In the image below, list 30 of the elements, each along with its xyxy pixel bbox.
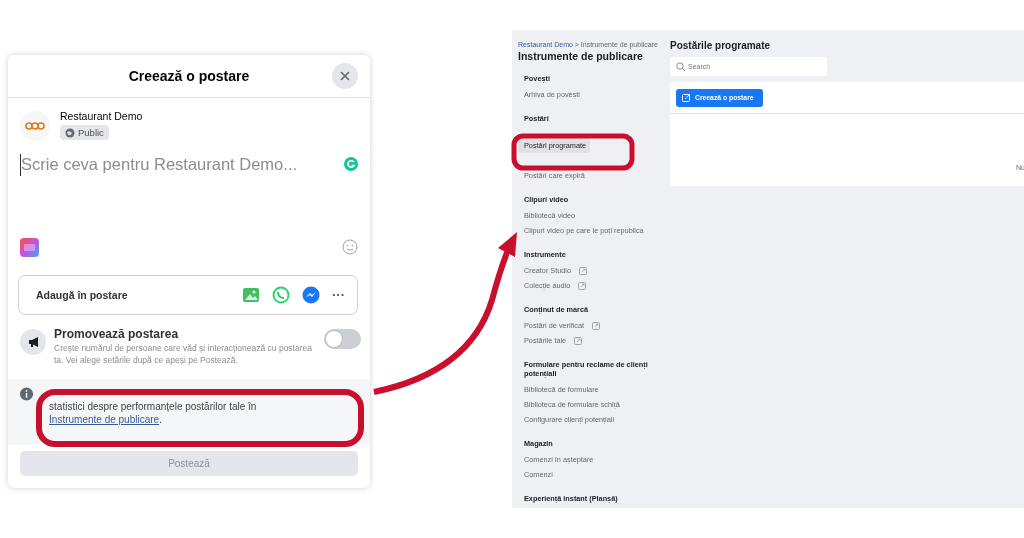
external-link-icon bbox=[592, 321, 601, 330]
sidebar-title: Instrumente de publicare bbox=[518, 50, 644, 62]
audience-button[interactable]: Public bbox=[60, 125, 109, 140]
logo-icon bbox=[25, 122, 45, 130]
close-button[interactable] bbox=[332, 63, 358, 89]
info-text: statistici despre performanțele postărilor tale în Instrumente de publicare. bbox=[49, 399, 258, 426]
page-name: Restaurant Demo bbox=[60, 110, 143, 122]
search-icon bbox=[676, 62, 685, 71]
dialog-title: Creează o postare bbox=[128, 68, 250, 84]
chat-icon[interactable] bbox=[272, 285, 290, 304]
grammar-icon[interactable] bbox=[344, 156, 358, 171]
add-to-post-label: Adaugă în postare bbox=[36, 288, 129, 301]
page-title: Postările programate bbox=[670, 40, 772, 51]
edit-icon bbox=[682, 93, 691, 102]
info-icon bbox=[20, 386, 34, 401]
promote-description: Crește numărul de persoane care văd și interacționează cu postarea ta. Vei alege setările după ce apeși pe Postează. bbox=[54, 341, 313, 366]
post-text-field[interactable]: Scrie ceva pentru Restaurant Demo... bbox=[20, 153, 344, 176]
external-link-icon bbox=[574, 336, 583, 345]
promote-toggle[interactable] bbox=[324, 328, 361, 349]
promote-title: Promovează postarea bbox=[54, 326, 180, 341]
megaphone-icon bbox=[27, 335, 39, 348]
more-button[interactable]: ··· bbox=[332, 287, 345, 302]
messenger-icon[interactable] bbox=[302, 285, 320, 304]
text-style-icon[interactable] bbox=[20, 237, 39, 257]
external-link-icon bbox=[578, 281, 587, 290]
emoji-icon[interactable] bbox=[342, 239, 358, 255]
photo-icon[interactable] bbox=[242, 285, 260, 304]
close-icon bbox=[339, 70, 351, 82]
globe-icon bbox=[65, 127, 75, 138]
external-link-icon bbox=[579, 266, 588, 275]
